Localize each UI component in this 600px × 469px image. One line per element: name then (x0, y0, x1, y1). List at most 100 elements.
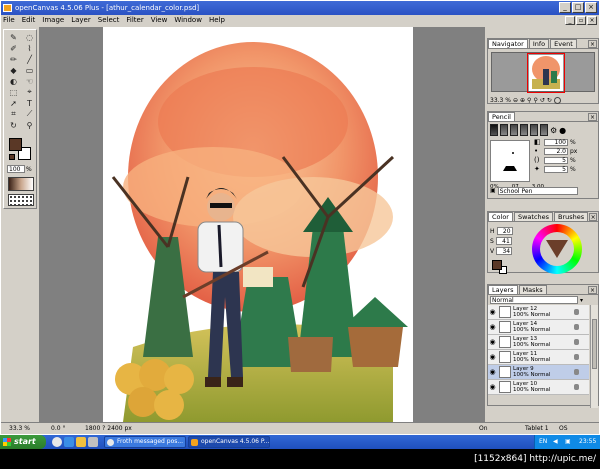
maximize-button[interactable]: □ (572, 2, 584, 13)
tab-masks[interactable]: Masks (518, 285, 547, 294)
tab-swatches[interactable]: Swatches (513, 212, 554, 221)
lasso-tool-icon[interactable]: ◌ (22, 32, 37, 42)
brush-preset-2[interactable] (500, 124, 508, 136)
tab-event[interactable]: Event (550, 39, 577, 48)
eye-icon[interactable]: ◉ (488, 383, 497, 391)
tab-info[interactable]: Info (528, 39, 550, 48)
crop-tool-icon[interactable]: ⌗ (6, 109, 21, 119)
layers-panel-close-icon[interactable]: × (588, 286, 597, 294)
eye-icon[interactable]: ◉ (488, 338, 497, 346)
value-input[interactable]: 34 (496, 247, 513, 255)
gradient-swatch[interactable] (8, 177, 34, 191)
menu-filter[interactable]: Filter (126, 15, 143, 26)
layer-scrollbar-thumb[interactable] (592, 319, 597, 369)
layer-row[interactable]: ◉ Layer 10 100% Normal (488, 380, 589, 395)
color-fg-swatch[interactable] (492, 260, 502, 270)
size-input[interactable]: 2.0 (544, 148, 568, 155)
blur-input[interactable]: 5 (544, 166, 568, 173)
menu-window[interactable]: Window (174, 15, 202, 26)
lock-icon[interactable] (574, 369, 579, 375)
marker-tool-icon[interactable]: ╱ (22, 54, 37, 64)
smudge-tool-icon[interactable]: ☜ (22, 76, 37, 86)
brush-preset-4[interactable] (520, 124, 528, 136)
menu-layer[interactable]: Layer (71, 15, 91, 26)
rotate-tool-icon[interactable]: ↻ (6, 120, 21, 130)
navigator-close-icon[interactable]: × (588, 40, 597, 48)
brush-lock-icon[interactable]: ▣ (490, 187, 496, 194)
show-desktop-icon[interactable] (88, 437, 98, 447)
language-indicator[interactable]: EN (539, 435, 547, 449)
lock-icon[interactable] (574, 384, 579, 390)
ie-icon[interactable] (64, 437, 74, 447)
zoom-in-icon[interactable]: ⊕ (520, 97, 525, 104)
hue-input[interactable]: 20 (496, 227, 513, 235)
brush-preset-6[interactable] (540, 124, 548, 136)
layer-row-selected[interactable]: ◉ Layer 9 100% Normal (488, 365, 589, 380)
reset-rotation-icon[interactable] (553, 96, 561, 104)
brush-preset-3[interactable] (510, 124, 518, 136)
menu-view[interactable]: View (151, 15, 168, 26)
clock[interactable]: 23:55 (579, 435, 596, 449)
start-button[interactable]: start (0, 435, 46, 449)
eraser-tool-icon[interactable]: ▭ (22, 65, 37, 75)
task-opencanvas-window[interactable]: openCanvas 4.5.06 P... (188, 436, 270, 448)
pen-tool-icon[interactable]: ✎ (6, 32, 21, 42)
saturation-input[interactable]: 41 (495, 237, 512, 245)
lock-icon[interactable] (574, 339, 579, 345)
toolbox-zoom-input[interactable]: 100 (7, 165, 25, 173)
select-tool-icon[interactable]: ⬚ (6, 87, 21, 97)
color-wheel[interactable] (532, 224, 582, 274)
brush-tool-icon[interactable]: ✐ (6, 43, 21, 53)
brush-settings-icon[interactable]: ⚙ (550, 126, 557, 135)
minimize-button[interactable]: _ (559, 2, 571, 13)
tab-pencil[interactable]: Pencil (488, 112, 515, 121)
doc-minimize-button[interactable]: _ (565, 16, 575, 25)
menu-image[interactable]: Image (42, 15, 64, 26)
folder-icon[interactable] (76, 437, 86, 447)
eye-icon[interactable]: ◉ (488, 308, 497, 316)
chevron-down-icon[interactable]: ▾ (580, 297, 583, 304)
chrome-icon[interactable] (52, 437, 62, 447)
layer-scrollbar[interactable] (590, 305, 598, 408)
layer-row[interactable]: ◉ Layer 11 100% Normal (488, 350, 589, 365)
rotate-right-icon[interactable]: ↻ (547, 97, 552, 104)
density-input[interactable]: 5 (544, 157, 568, 164)
mini-color-swatch[interactable] (9, 154, 15, 160)
menu-edit[interactable]: Edit (22, 15, 36, 26)
airbrush-tool-icon[interactable]: ⌇ (22, 43, 37, 53)
brush-dot-icon[interactable]: ● (559, 126, 566, 135)
color-triangle[interactable] (546, 240, 568, 258)
navigator-view[interactable] (491, 52, 595, 93)
blend-mode-select[interactable]: Normal (490, 296, 578, 304)
tab-layers[interactable]: Layers (488, 285, 518, 294)
rotate-left-icon[interactable]: ↺ (540, 97, 545, 104)
text-tool-icon[interactable]: T (22, 98, 37, 108)
lock-icon[interactable] (574, 309, 579, 315)
brush-preset-1[interactable] (490, 124, 498, 136)
menu-help[interactable]: Help (209, 15, 225, 26)
magic-wand-icon[interactable]: ⌖ (22, 87, 37, 97)
zoom-out-icon[interactable]: ⊖ (513, 97, 518, 104)
network-icon[interactable]: ▣ (565, 435, 571, 449)
title-bar[interactable]: openCanvas 4.5.06 Plus - [athur_calendar… (1, 1, 599, 15)
blur-tool-icon[interactable]: ◐ (6, 76, 21, 86)
eyedropper-icon[interactable]: ⟋ (22, 109, 37, 119)
brush-name-field[interactable]: School Pen (497, 186, 578, 195)
foreground-color-swatch[interactable] (9, 138, 22, 151)
task-chrome-window[interactable]: Froth messaged pos... (104, 436, 186, 448)
eye-icon[interactable]: ◉ (488, 368, 497, 376)
fit-icon[interactable]: ⚲ (527, 97, 531, 104)
pencil-tool-icon[interactable]: ✏ (6, 54, 21, 64)
color-panel-close-icon[interactable]: × (589, 213, 597, 221)
lock-icon[interactable] (574, 354, 579, 360)
drawing-canvas[interactable] (103, 27, 413, 422)
brush-preset-5[interactable] (530, 124, 538, 136)
doc-close-button[interactable]: × (587, 16, 597, 25)
actual-size-icon[interactable]: ⚲ (533, 97, 537, 104)
menu-select[interactable]: Select (98, 15, 120, 26)
fill-tool-icon[interactable]: ◆ (6, 65, 21, 75)
eye-icon[interactable]: ◉ (488, 323, 497, 331)
layer-row[interactable]: ◉ Layer 13 100% Normal (488, 335, 589, 350)
tab-navigator[interactable]: Navigator (488, 39, 528, 48)
pen-panel-close-icon[interactable]: × (588, 113, 597, 121)
